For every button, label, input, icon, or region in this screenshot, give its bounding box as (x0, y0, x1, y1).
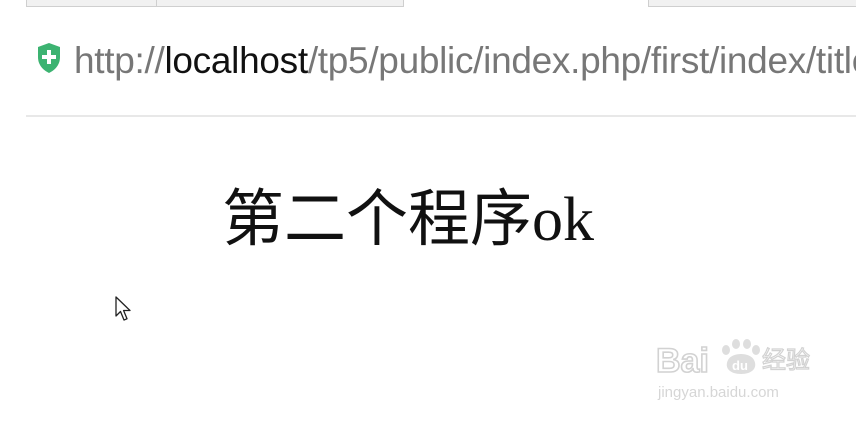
baidu-jingyan-logo: Bai du 经验 (656, 339, 811, 380)
url-text[interactable]: http://localhost/tp5/public/index.php/fi… (74, 39, 856, 83)
page-content-text: 第二个程序ok (222, 186, 595, 254)
toolbar-divider (26, 115, 856, 117)
url-prefix: http:// (74, 40, 165, 81)
baidu-jingyan-watermark: Bai du 经验 jingyan.baidu.com (656, 330, 826, 410)
shield-plus-icon (38, 43, 60, 73)
watermark-site: jingyan.baidu.com (658, 384, 779, 401)
address-bar[interactable]: http://localhost/tp5/public/index.php/fi… (26, 30, 856, 96)
svg-text:du: du (732, 358, 748, 373)
browser-tab[interactable] (156, 0, 404, 7)
url-path: /tp5/public/index.php/first/index/title/ (307, 40, 856, 81)
svg-text:经验: 经验 (762, 346, 810, 374)
browser-tab[interactable] (648, 0, 856, 7)
browser-window: http://localhost/tp5/public/index.php/fi… (0, 0, 856, 423)
svg-text:Bai: Bai (656, 342, 709, 380)
tab-strip (0, 0, 856, 8)
browser-tab[interactable] (26, 0, 158, 7)
mouse-pointer-icon (115, 296, 131, 321)
url-host: localhost (164, 40, 308, 81)
